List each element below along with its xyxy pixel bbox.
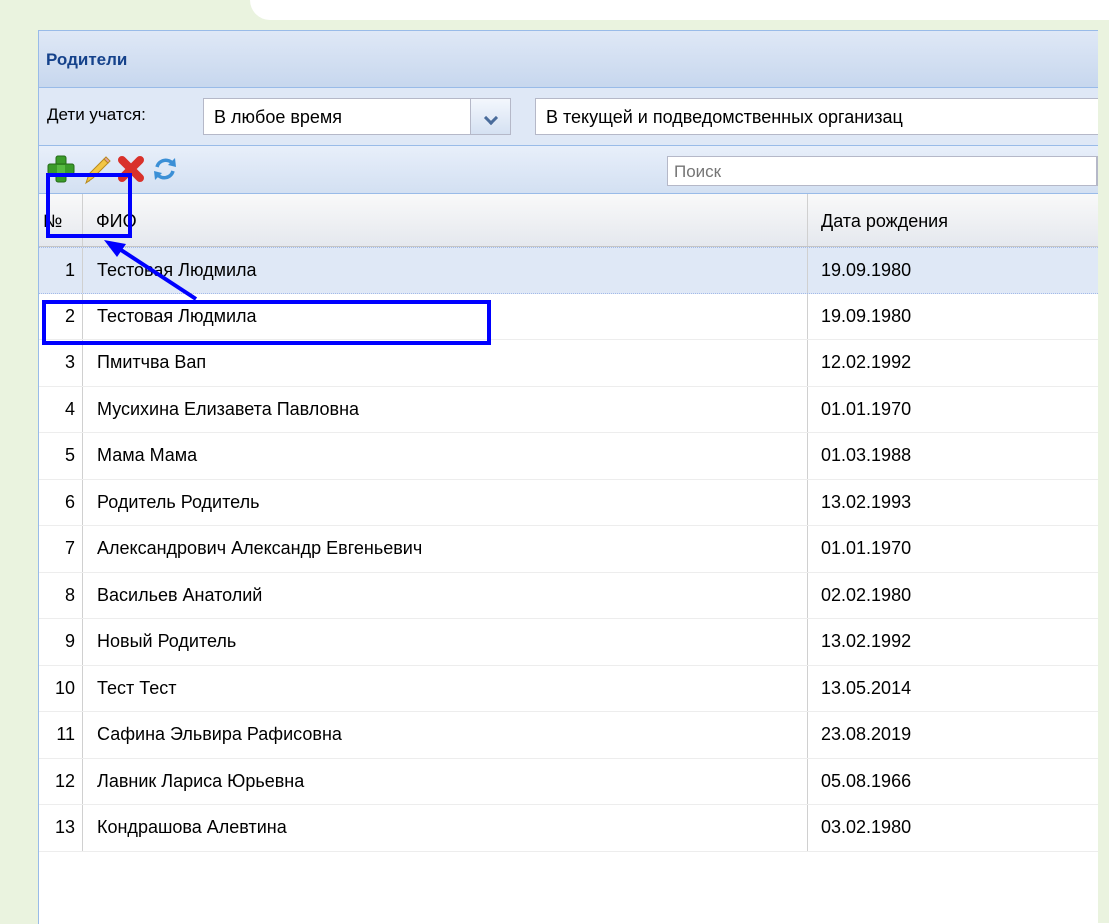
row-fio: Мама Мама [83,433,808,479]
top-strip [250,0,1109,20]
row-fio: Родитель Родитель [83,479,808,525]
row-number: 7 [39,526,83,572]
grid-header: № ФИО Дата рождения [39,194,1109,247]
table-row[interactable]: 1 Тестовая Людмила 19.09.1980 [39,247,1109,294]
row-number: 6 [39,479,83,525]
row-birth-date: 19.09.1980 [821,305,912,326]
row-fio: Новый Родитель [83,619,808,665]
row-number: 3 [39,340,83,386]
row-number: 13 [39,805,83,851]
row-number: 11 [39,712,83,758]
row-number: 9 [39,619,83,665]
column-header-birth-date[interactable]: Дата рождения [808,194,1109,246]
grid-toolbar [39,146,1109,194]
row-birth-date: 03.02.1980 [821,817,912,837]
table-row[interactable]: 6 Родитель Родитель 13.02.1993 [39,479,1109,526]
row-birth-date: 01.01.1970 [821,538,912,558]
panel-title: Родители [39,31,1109,88]
row-fio: Кондрашова Алевтина [83,805,808,851]
parents-panel: Родители Дети учатся: В любое время В те… [38,30,1109,924]
row-number: 1 [39,248,83,293]
column-header-fio[interactable]: ФИО [83,194,808,246]
row-birth-date: 13.02.1992 [821,631,912,651]
row-fio: Лавник Лариса Юрьевна [83,758,808,804]
row-birth-date: 05.08.1966 [821,770,912,791]
row-fio: Александрович Александр Евгеньевич [83,526,808,572]
row-birth-date: 12.02.1992 [821,352,912,372]
row-fio: Пмитчва Вап [83,340,808,386]
filter-bar: Дети учатся: В любое время В текущей и п… [39,88,1109,146]
chevron-down-icon[interactable] [470,98,511,135]
row-birth-date: 02.02.1980 [821,584,912,605]
selected-row-highlight [42,300,491,345]
row-number: 5 [39,433,83,479]
organization-scope-combo[interactable]: В текущей и подведомственных организац [535,98,1109,135]
table-row[interactable]: 11 Сафина Эльвира Рафисовна 23.08.2019 [39,712,1109,759]
refresh-icon[interactable] [149,153,181,185]
row-number: 10 [39,665,83,711]
table-row[interactable]: 7 Александрович Александр Евгеньевич 01.… [39,526,1109,573]
row-birth-date: 13.02.1993 [821,491,912,512]
row-fio: Мусихина Елизавета Павловна [83,386,808,432]
table-row[interactable]: 10 Тест Тест 13.05.2014 [39,665,1109,712]
table-row[interactable]: 9 Новый Родитель 13.02.1992 [39,619,1109,666]
table-row[interactable]: 12 Лавник Лариса Юрьевна 05.08.1966 [39,758,1109,805]
row-fio: Васильев Анатолий [83,572,808,618]
search-input[interactable] [667,156,1097,186]
table-row[interactable]: 5 Мама Мама 01.03.1988 [39,433,1109,480]
row-birth-date: 13.05.2014 [821,677,912,698]
right-edge-strip [1098,30,1109,923]
row-fio: Тестовая Людмила [83,248,808,293]
children-study-label: Дети учатся: [47,105,146,124]
table-row[interactable]: 3 Пмитчва Вап 12.02.1992 [39,340,1109,387]
row-birth-date: 19.09.1980 [821,260,912,280]
row-number: 4 [39,386,83,432]
edit-button-highlight [46,173,132,238]
table-row[interactable]: 8 Васильев Анатолий 02.02.1980 [39,572,1109,619]
period-combo[interactable]: В любое время [203,98,471,135]
table-row[interactable]: 4 Мусихина Елизавета Павловна 01.01.1970 [39,386,1109,433]
table-row[interactable]: 13 Кондрашова Алевтина 03.02.1980 [39,805,1109,852]
row-birth-date: 01.03.1988 [821,445,912,465]
row-number: 12 [39,758,83,804]
row-birth-date: 01.01.1970 [821,398,912,419]
row-fio: Тест Тест [83,665,808,711]
row-birth-date: 23.08.2019 [821,724,912,744]
row-fio: Сафина Эльвира Рафисовна [83,712,808,758]
row-number: 8 [39,572,83,618]
